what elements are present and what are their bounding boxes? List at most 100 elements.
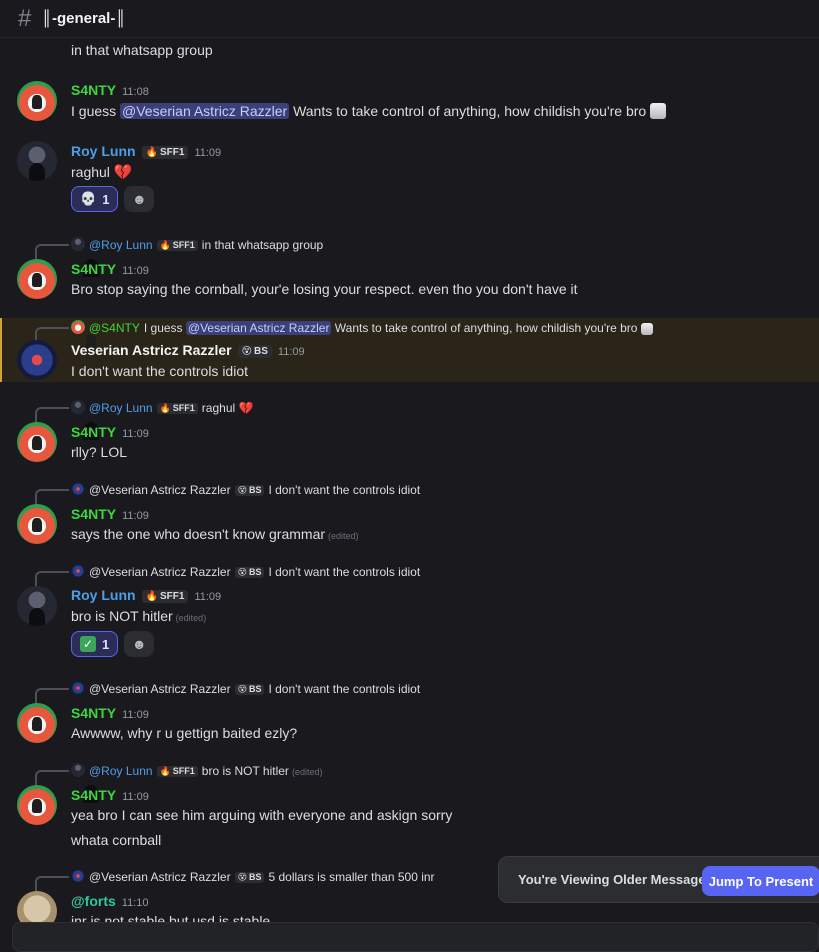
mini-avatar	[71, 400, 85, 414]
avatar[interactable]	[17, 785, 57, 825]
check-emoji: ✓	[80, 636, 96, 652]
message-input[interactable]	[12, 922, 819, 952]
message[interactable]: Roy Lunn 🔥 SFF1 11:09 raghul 💔 💀 1 ☻	[0, 139, 819, 219]
mini-avatar	[71, 869, 85, 883]
reply-preview[interactable]: @Roy Lunn 🔥 SFF1 bro is NOT hitler (edited)	[35, 763, 322, 786]
reactions: ✓ 1 ☻	[71, 631, 155, 657]
message-text: Bro stop saying the cornball, your'e los…	[71, 281, 578, 297]
message-text: yea bro I can see him arguing with every…	[71, 807, 453, 823]
timestamp: 11:09	[122, 791, 149, 803]
older-messages-label: You're Viewing Older Messages	[518, 872, 713, 887]
jump-to-present-button[interactable]: Jump To Present	[702, 866, 819, 896]
mini-avatar	[71, 237, 85, 251]
message[interactable]: @Veserian Astricz Razzler 😵 BS I don't want…	[0, 562, 819, 662]
edited-marker: (edited)	[328, 531, 359, 541]
channel-name: ║-general-║	[41, 10, 126, 27]
username[interactable]: Roy Lunn	[71, 143, 136, 159]
message[interactable]: S4NTY 11:08 I guess @Veserian Astricz Raz…	[0, 79, 819, 129]
add-reaction-icon[interactable]: ☻	[124, 631, 155, 657]
timestamp: 11:09	[122, 428, 149, 440]
face-emoji	[640, 323, 653, 335]
reply-preview[interactable]: @Veserian Astricz Razzler 😵 BS I don't want…	[35, 564, 420, 587]
broken-heart-emoji: 💔	[238, 401, 254, 415]
reaction-check[interactable]: ✓ 1	[71, 631, 119, 657]
reply-spine	[35, 876, 69, 892]
avatar[interactable]	[17, 141, 57, 181]
message-text: bro is NOT hitler (edited)	[71, 608, 207, 624]
message-text: I guess @Veserian Astricz Razzler Wants …	[71, 103, 667, 119]
timestamp: 11:10	[121, 897, 149, 909]
older-messages-bar: You're Viewing Older Messages Jump To Pr…	[498, 856, 819, 903]
reply-spine	[35, 489, 69, 505]
reply-preview[interactable]: @S4NTY I guess @Veserian Astricz Razzler …	[35, 320, 653, 343]
mini-avatar	[71, 681, 85, 695]
avatar[interactable]	[17, 504, 57, 544]
face-icon: 😵	[237, 485, 247, 495]
mini-avatar	[71, 763, 85, 777]
message-text: I don't want the controls idiot	[71, 363, 248, 379]
reply-spine	[35, 770, 69, 786]
role-tag: 🔥 SFF1	[141, 590, 189, 603]
fire-icon: 🔥	[159, 766, 171, 776]
message-text: whata cornball	[71, 832, 162, 848]
face-emoji	[650, 103, 667, 119]
avatar[interactable]	[17, 586, 57, 626]
username[interactable]: Roy Lunn	[71, 587, 136, 603]
reply-preview[interactable]: @Veserian Astricz Razzler 😵 BS I don't want…	[35, 482, 420, 505]
avatar[interactable]	[17, 422, 57, 462]
add-reaction-icon[interactable]: ☻	[124, 186, 155, 212]
reply-spine	[35, 688, 69, 704]
reply-spine	[35, 571, 69, 587]
message[interactable]: @Roy Lunn 🔥 SFF1 in that whatsapp group S4N…	[0, 235, 819, 305]
role-tag: 🔥 SFF1	[141, 146, 189, 159]
message[interactable]: @Roy Lunn 🔥 SFF1 bro is NOT hitler (edited) …	[0, 761, 819, 851]
avatar[interactable]	[17, 703, 57, 743]
message[interactable]: @Veserian Astricz Razzler 😵 BS I don't want…	[0, 480, 819, 548]
reply-preview[interactable]: @Veserian Astricz Razzler 😵 BS I don't want…	[35, 681, 420, 704]
timestamp: 11:09	[194, 591, 222, 603]
message[interactable]: @Veserian Astricz Razzler 😵 BS I don't want…	[0, 679, 819, 747]
mini-avatar	[71, 320, 85, 334]
message[interactable]: @Roy Lunn 🔥 SFF1 raghul 💔 S4NTY 11:09 rlly? …	[0, 398, 819, 466]
reaction-skull[interactable]: 💀 1	[71, 186, 119, 212]
face-icon: 😵	[241, 346, 252, 357]
face-icon: 😵	[237, 684, 247, 694]
reply-preview[interactable]: @Roy Lunn 🔥 SFF1 in that whatsapp group	[35, 237, 323, 260]
username[interactable]: S4NTY	[71, 506, 116, 522]
timestamp: 11:09	[122, 265, 149, 277]
reply-preview[interactable]: @Roy Lunn 🔥 SFF1 raghul 💔	[35, 400, 254, 423]
username[interactable]: S4NTY	[71, 424, 116, 440]
role-tag: 😵 BS	[237, 345, 272, 358]
user-mention[interactable]: @Veserian Astricz Razzler	[120, 103, 290, 119]
reply-preview[interactable]: @Veserian Astricz Razzler 😵 BS 5 dollars is…	[35, 869, 435, 892]
username[interactable]: S4NTY	[71, 787, 116, 803]
message-text: raghul 💔	[71, 164, 133, 181]
broken-heart-emoji: 💔	[113, 164, 133, 181]
avatar[interactable]	[17, 340, 57, 380]
timestamp: 11:08	[122, 86, 149, 98]
username[interactable]: @forts	[71, 893, 116, 909]
username[interactable]: S4NTY	[71, 82, 116, 98]
timestamp: 11:09	[194, 147, 222, 159]
timestamp: 11:09	[122, 510, 149, 522]
message-text: in that whatsapp group	[71, 42, 213, 58]
mini-avatar	[71, 564, 85, 578]
reactions: 💀 1 ☻	[71, 186, 155, 212]
username[interactable]: S4NTY	[71, 261, 116, 277]
username[interactable]: Veserian Astricz Razzler	[71, 342, 232, 358]
face-icon: 😵	[237, 567, 247, 577]
message-feed[interactable]: in that whatsapp group S4NTY 11:08 I gues…	[0, 39, 819, 941]
message-text: rlly? LOL	[71, 444, 128, 460]
message-text: says the one who doesn't know grammar (ed…	[71, 526, 359, 542]
avatar[interactable]	[17, 259, 57, 299]
timestamp: 11:09	[122, 709, 149, 721]
fire-icon: 🔥	[145, 591, 158, 602]
avatar[interactable]	[17, 81, 57, 121]
reply-spine	[35, 407, 69, 423]
face-icon: 😵	[237, 872, 247, 882]
message-text: Awwww, why r u gettign baited ezly?	[71, 725, 298, 741]
message-highlighted[interactable]: @S4NTY I guess @Veserian Astricz Razzler …	[0, 318, 819, 382]
fire-icon: 🔥	[159, 240, 171, 250]
username[interactable]: S4NTY	[71, 705, 116, 721]
fire-icon: 🔥	[145, 147, 158, 158]
